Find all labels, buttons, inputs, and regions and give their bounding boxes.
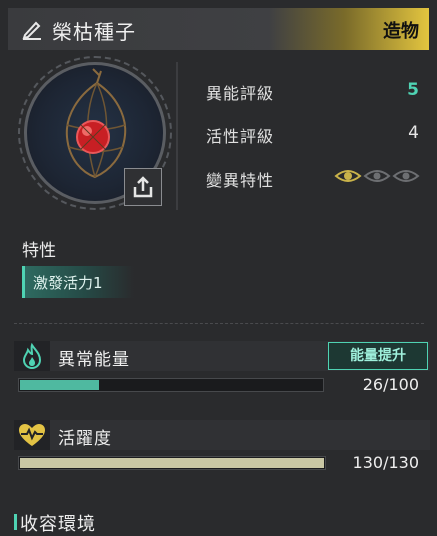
mutation-label: 變異特性 [206, 171, 275, 190]
trait-label: 激發活力1 [33, 274, 103, 292]
vitality-header: 活躍度 [14, 420, 430, 450]
vitality-value: 130/130 [352, 453, 419, 472]
energy-header: 異常能量 能量提升 [14, 341, 430, 371]
ability-rating-value: 5 [407, 80, 419, 100]
heart-pulse-icon [19, 424, 45, 446]
traits-title: 特性 [22, 241, 56, 261]
item-header: 榮枯種子 造物 [8, 8, 429, 50]
containment-title: 收容環境 [20, 514, 96, 535]
stats-divider [176, 62, 178, 210]
section-accent [14, 514, 17, 530]
eye-icon [334, 170, 362, 182]
vitality-label: 活躍度 [58, 429, 112, 449]
energy-bar [18, 378, 324, 392]
edit-icon[interactable] [22, 18, 42, 40]
energy-value: 26/100 [362, 375, 419, 394]
vitality-bar-fill [20, 458, 324, 468]
energy-boost-button[interactable]: 能量提升 [328, 342, 428, 370]
share-button[interactable] [124, 168, 162, 206]
trait-tag[interactable]: 激發活力1 [22, 266, 134, 298]
vitality-icon-box [14, 420, 50, 450]
activity-rating-label: 活性評級 [206, 127, 275, 146]
item-title: 榮枯種子 [52, 20, 136, 44]
energy-icon-box [14, 341, 50, 371]
eye-icon [392, 170, 420, 182]
vitality-bar [18, 456, 326, 470]
eye-icon [363, 170, 391, 182]
item-category-badge: 造物 [383, 21, 419, 42]
share-icon [133, 176, 153, 198]
activity-rating-value: 4 [408, 123, 419, 143]
ability-rating-label: 異能評級 [206, 84, 275, 103]
energy-bar-fill [20, 380, 99, 390]
divider [14, 323, 424, 324]
flame-icon [22, 342, 42, 370]
mutation-eyes [334, 170, 420, 182]
energy-label: 異常能量 [58, 350, 130, 370]
